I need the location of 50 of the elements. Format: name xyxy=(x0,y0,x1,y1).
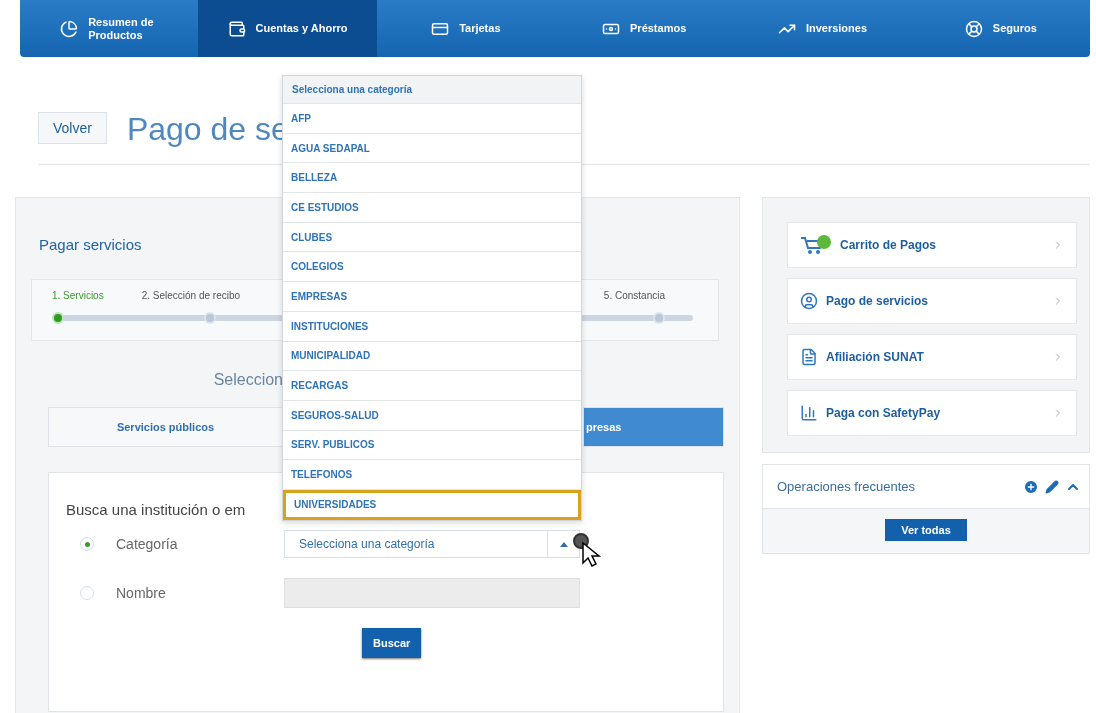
category-tab[interactable]: Servicios públicos xyxy=(48,407,283,447)
dropdown-option[interactable]: UNIVERSIDADES xyxy=(283,489,581,520)
dropdown-option[interactable]: TELEFONOS xyxy=(283,460,581,490)
dropdown-option[interactable]: CE ESTUDIOS xyxy=(283,193,581,223)
radio-option[interactable]: Nombre xyxy=(66,585,284,601)
dropdown-option[interactable]: SERV. PUBLICOS xyxy=(283,430,581,461)
nav-tab[interactable]: Inversiones xyxy=(733,0,912,57)
caret-icon xyxy=(559,541,568,547)
nav-tab[interactable]: Cuentas y Ahorro xyxy=(198,0,377,57)
back-button[interactable]: Volver xyxy=(38,112,107,144)
lifebuoy-icon xyxy=(964,19,983,38)
document-icon xyxy=(800,348,818,366)
shortcut-link[interactable]: Carrito de Pagos xyxy=(787,222,1077,268)
user-icon xyxy=(800,292,818,310)
step-label: 1. Servicios xyxy=(52,290,104,301)
nav-tab[interactable]: Seguros xyxy=(911,0,1090,57)
name-input-field[interactable] xyxy=(284,578,580,608)
dropdown-option[interactable]: CLUBES xyxy=(283,222,581,253)
shortcut-link[interactable]: Paga con SafetyPay xyxy=(787,390,1077,436)
search-title: Busca una institución o em xyxy=(66,501,246,518)
add-icon[interactable] xyxy=(1023,478,1039,495)
pencil-icon[interactable] xyxy=(1045,479,1059,494)
cart-icon xyxy=(800,234,832,256)
radio-option[interactable]: Categoría xyxy=(66,536,284,552)
nav-tab[interactable]: Préstamos xyxy=(555,0,734,57)
step-label: 2. Selección de recibo xyxy=(141,290,241,301)
step-label: 5. Constancia xyxy=(603,290,665,301)
wallet-icon xyxy=(227,19,246,38)
dropdown-option[interactable]: BELLEZA xyxy=(283,163,581,194)
section-subtitle: Seleccion xyxy=(212,371,283,389)
bar-chart-icon xyxy=(800,404,818,422)
nav-tab[interactable]: Resumen de Productos xyxy=(20,0,199,57)
dropdown-option[interactable]: COLEGIOS xyxy=(283,252,581,283)
see-all-button[interactable]: Ver todas xyxy=(885,519,967,541)
dropdown-option[interactable]: RECARGAS xyxy=(283,371,581,401)
dropdown-option[interactable]: AFP xyxy=(283,104,581,134)
category-tab[interactable]: presas xyxy=(583,407,724,447)
panel-title: Pagar servicios xyxy=(39,236,142,253)
dropdown-option[interactable]: EMPRESAS xyxy=(283,282,581,312)
dropdown-option[interactable]: SEGUROS-SALUD xyxy=(283,400,581,431)
dropdown-option[interactable]: INSTITUCIONES xyxy=(283,311,581,342)
shortcut-link[interactable]: Afiliación SUNAT xyxy=(787,334,1077,380)
dropdown-option[interactable]: MUNICIPALIDAD xyxy=(283,341,581,372)
nav-tab[interactable]: Tarjetas xyxy=(376,0,555,57)
search-button[interactable]: Buscar xyxy=(362,628,422,658)
dropdown-header: Selecciona una categoría xyxy=(283,76,581,104)
frequent-title: Operaciones frecuentes xyxy=(777,479,917,494)
pie-chart-icon xyxy=(60,19,79,38)
shortcut-link[interactable]: Pago de servicios xyxy=(787,278,1077,324)
dropdown-option[interactable]: AGUA SEDAPAL xyxy=(283,133,581,164)
